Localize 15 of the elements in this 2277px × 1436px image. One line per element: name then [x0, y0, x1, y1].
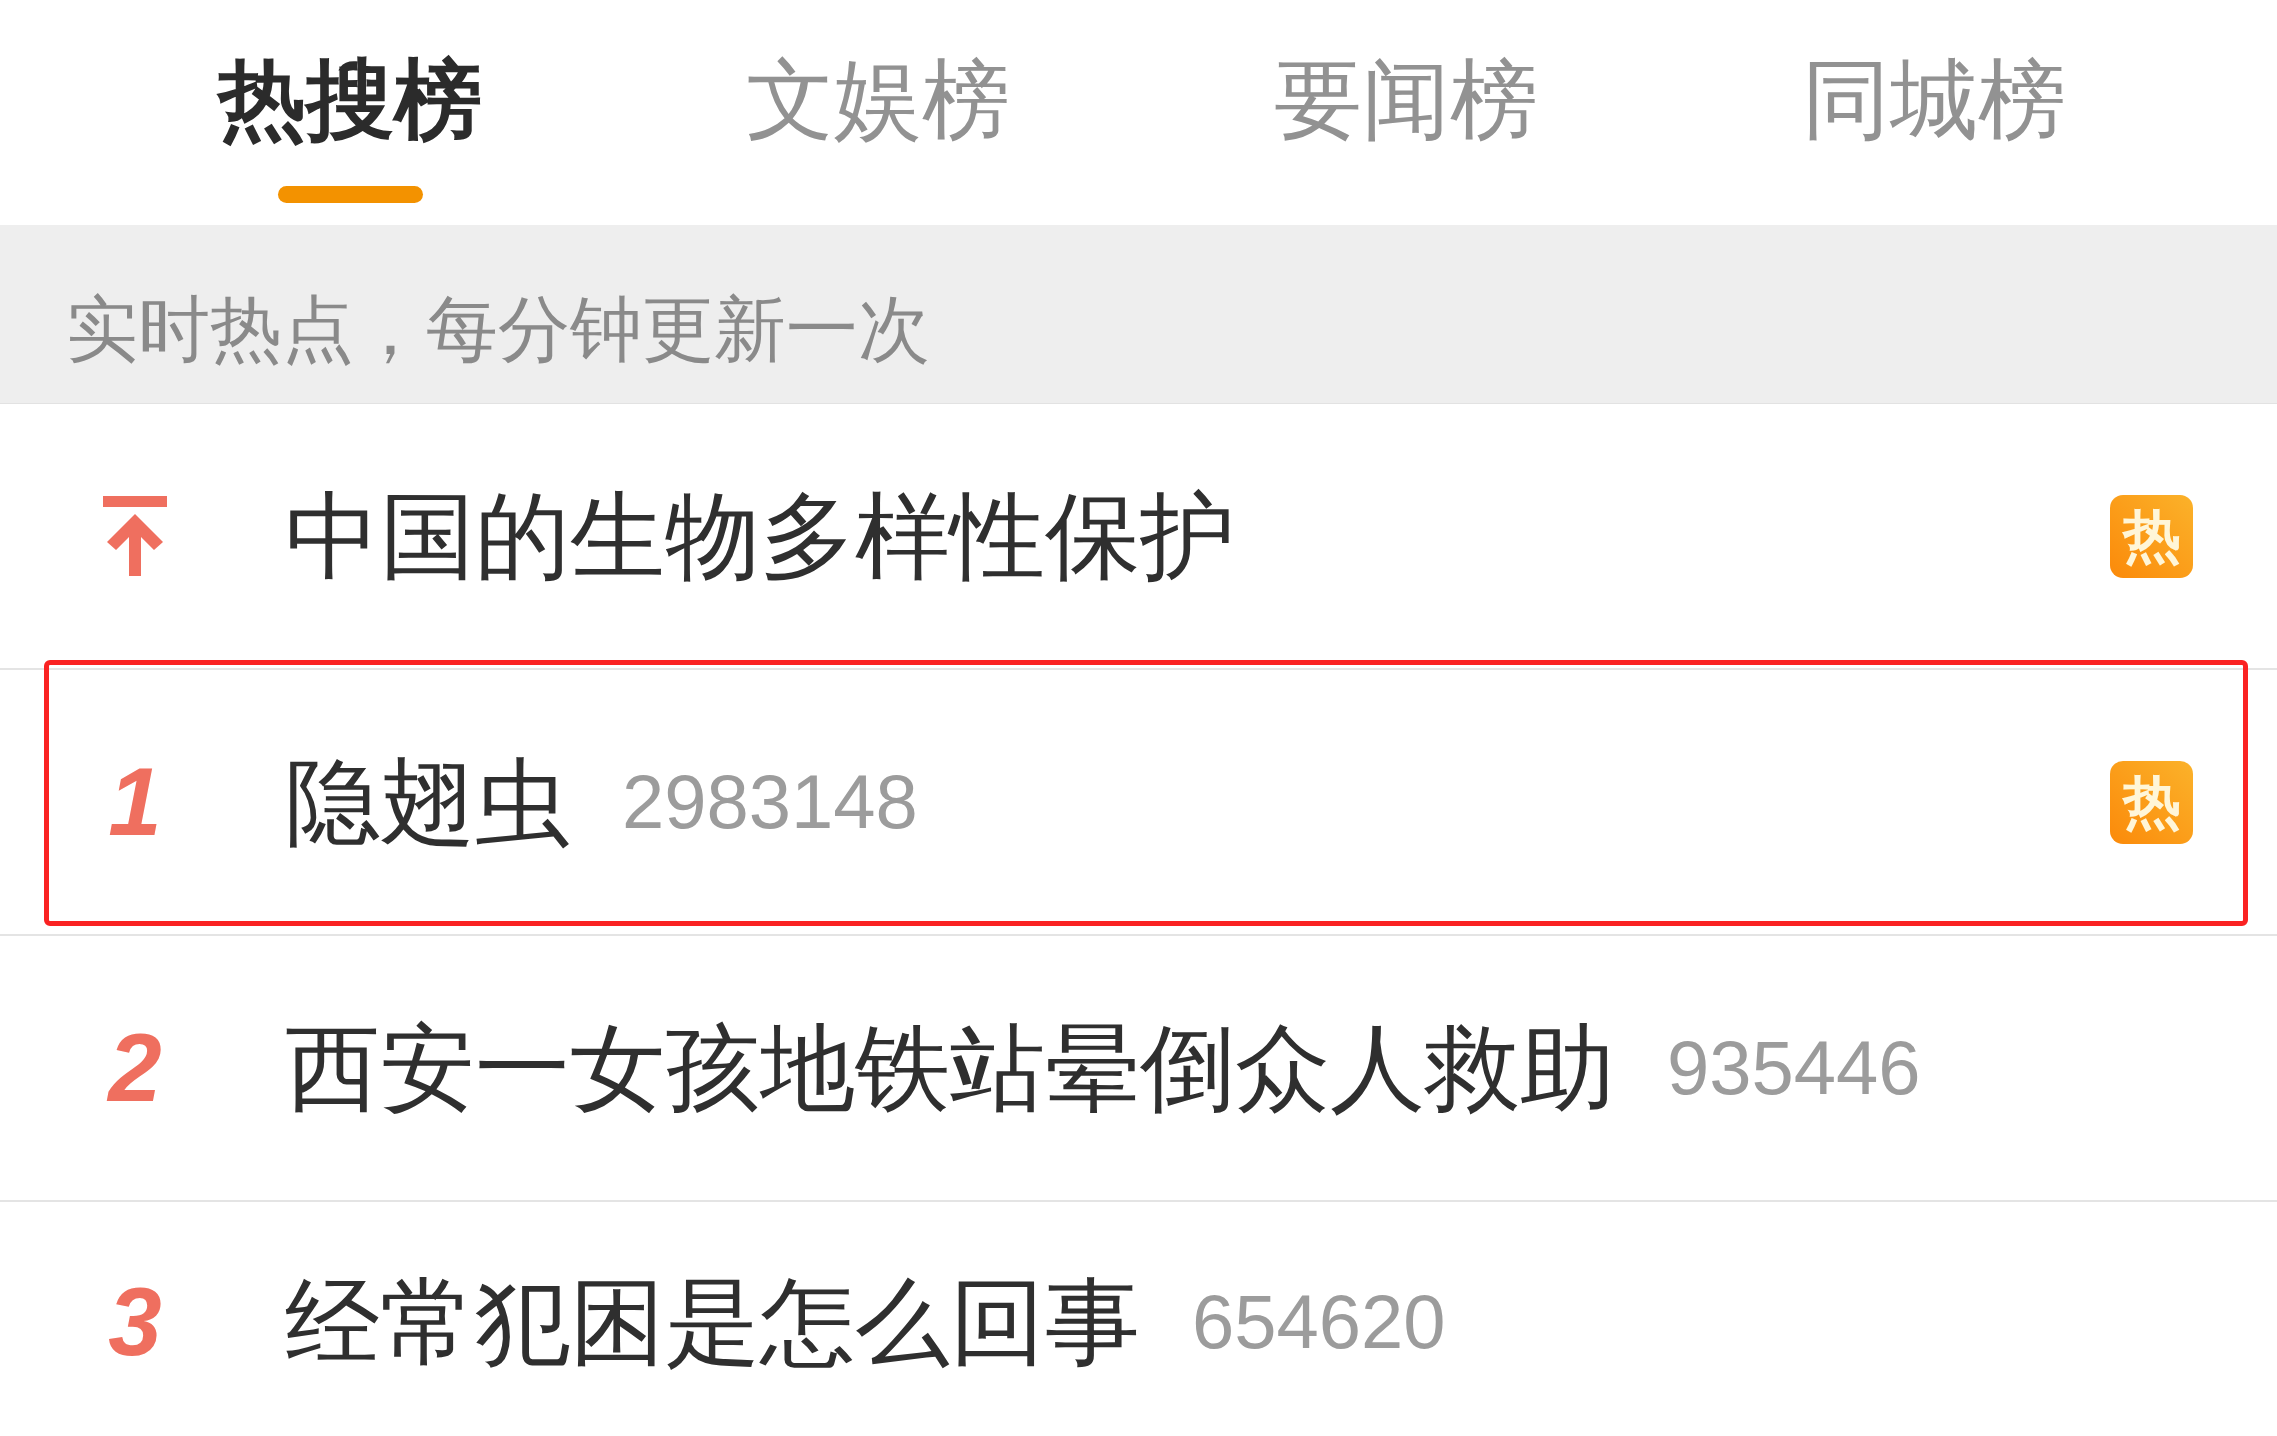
rank-number: 2 [108, 1015, 162, 1121]
pin-to-top-icon [103, 496, 167, 576]
topic-title[interactable]: 中国的生物多样性保护 [285, 479, 1235, 593]
rank-number: 3 [108, 1269, 162, 1375]
hot-badge: 热 [2110, 760, 2193, 844]
heat-count: 654620 [1192, 1278, 1446, 1367]
rank-number: 1 [108, 749, 162, 855]
heat-count: 935446 [1667, 1024, 1921, 1113]
topic-title[interactable]: 隐翅虫 [285, 745, 570, 859]
topic-title[interactable]: 西安一女孩地铁站晕倒众人救助 [285, 1011, 1615, 1125]
topic-title[interactable]: 经常犯困是怎么回事 [285, 1265, 1140, 1379]
heat-count: 2983148 [622, 758, 918, 847]
notice-text: 实时热点，每分钟更新一次 [66, 287, 930, 371]
hot-badge: 热 [2110, 494, 2193, 578]
tab[interactable]: 热搜榜 [218, 0, 482, 210]
